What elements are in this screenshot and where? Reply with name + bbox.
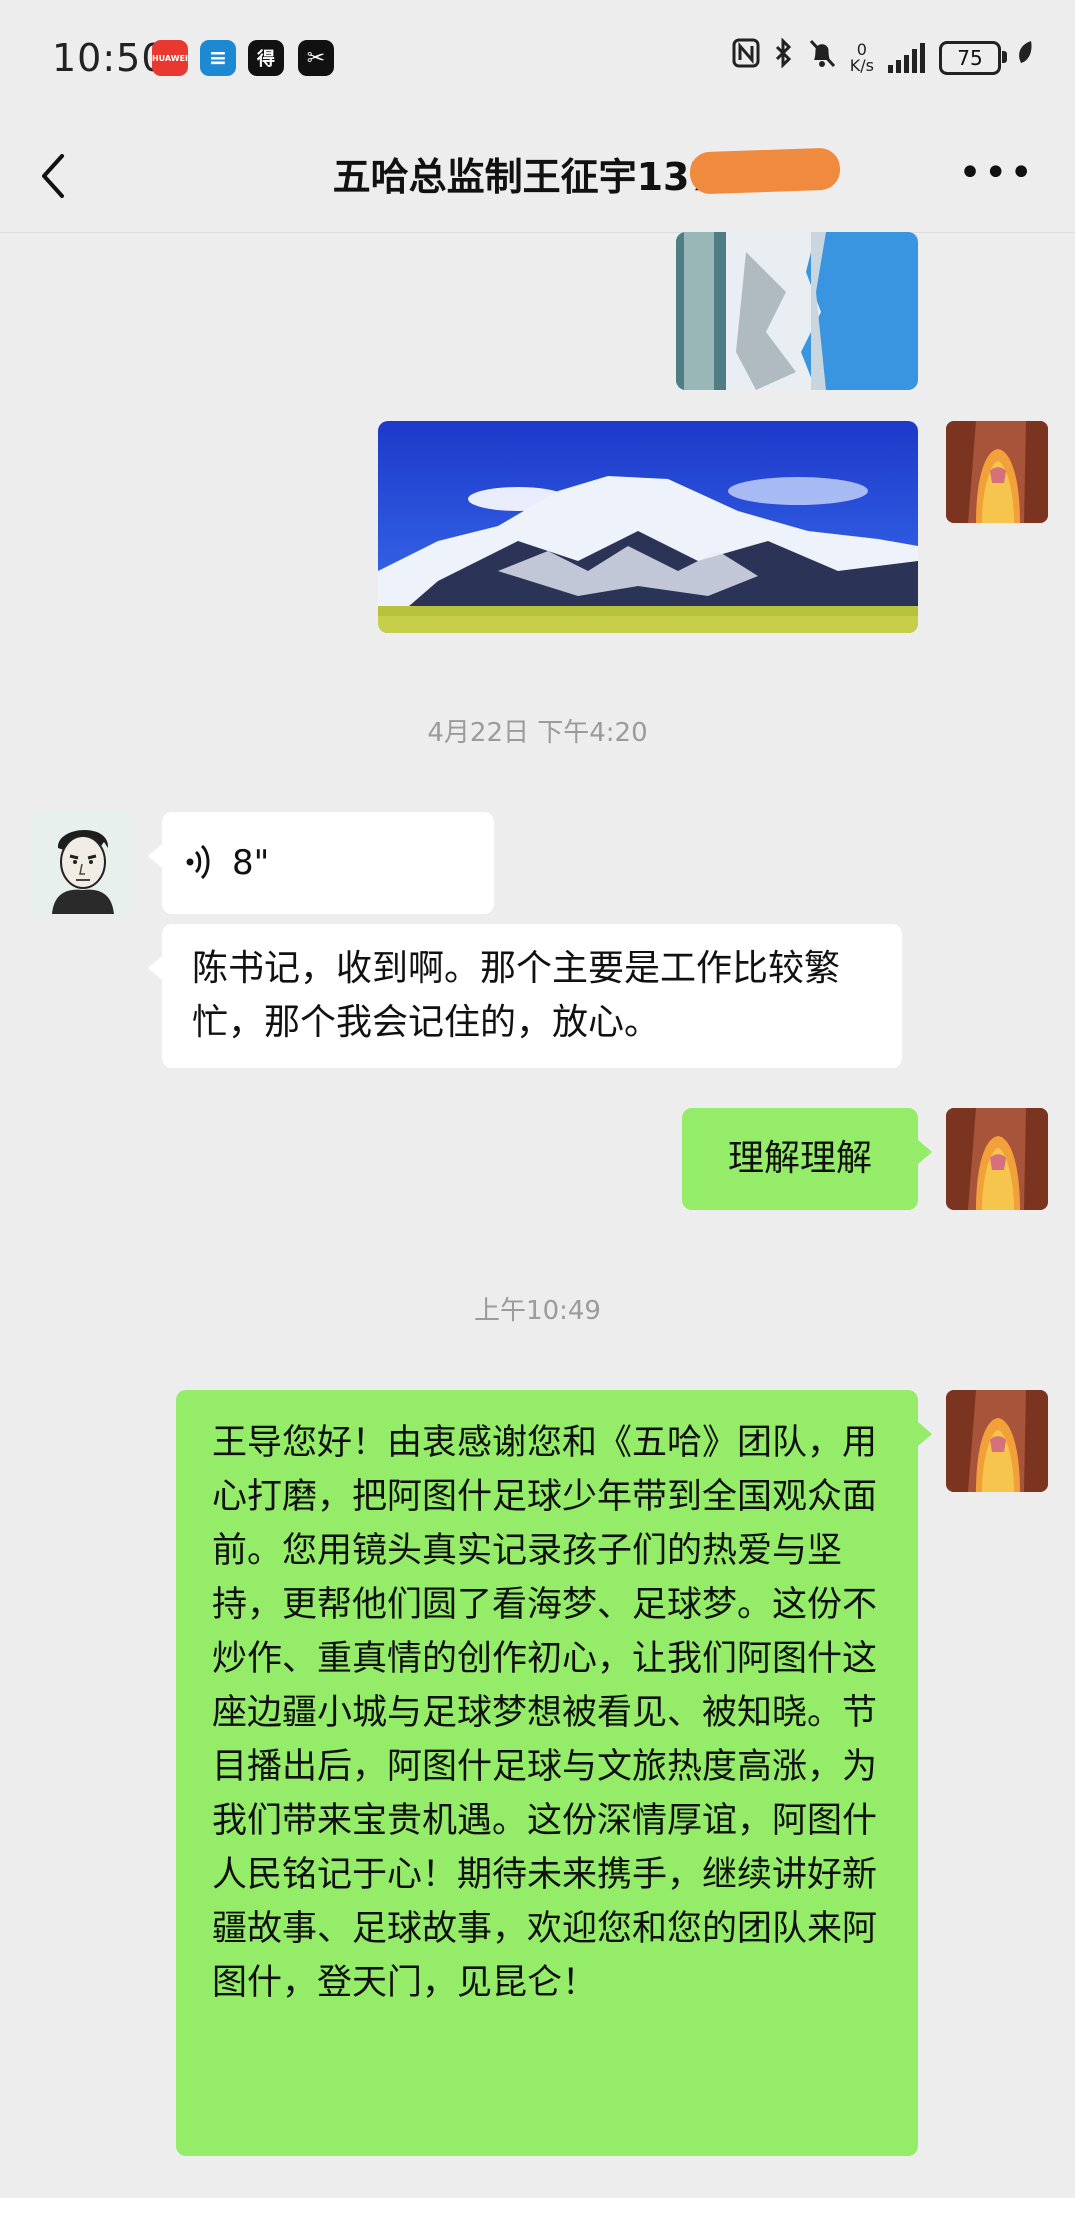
redaction-mark — [689, 147, 841, 195]
outgoing-message-bubble[interactable]: 理解理解 — [682, 1108, 932, 1210]
message-text: 陈书记，收到啊。那个主要是工作比较繁忙，那个我会记住的，放心。 — [192, 948, 841, 1043]
leaf-icon — [1015, 38, 1035, 78]
message-text: 理解理解 — [727, 1138, 872, 1179]
clock: 10:50 — [52, 36, 167, 80]
chat-header: 五哈总监制王征宇1375 ••• — [0, 120, 1075, 233]
list-app-icon: ≡ — [200, 40, 236, 76]
nfc-icon — [732, 38, 760, 79]
capcut-app-icon: ✂ — [298, 40, 334, 76]
rock-arch-avatar-image — [946, 1390, 1048, 1492]
rock-arch-avatar-image — [946, 1108, 1048, 1210]
timestamp: 4月22日 下午4:20 — [427, 718, 648, 748]
voice-message-bubble[interactable]: 8" — [148, 812, 494, 914]
my-avatar[interactable] — [946, 1390, 1048, 1492]
timestamp: 上午10:49 — [474, 1296, 601, 1326]
voice-duration: 8" — [232, 843, 270, 883]
battery-indicator: 75 — [939, 41, 1007, 75]
contact-avatar[interactable] — [32, 812, 134, 914]
sent-photo-snow-peak[interactable] — [676, 232, 918, 390]
signal-strength-icon — [888, 43, 925, 73]
my-avatar[interactable] — [946, 1108, 1048, 1210]
outgoing-message-bubble[interactable]: 王导您好！由衷感谢您和《五哈》团队，用心打磨，把阿图什足球少年带到全国观众面前。… — [176, 1390, 932, 2156]
news-app-icon: 得 — [248, 40, 284, 76]
message-text: 王导您好！由衷感谢您和《五哈》团队，用心打磨，把阿图什足球少年带到全国观众面前。… — [212, 1423, 878, 2003]
mute-bell-icon — [808, 38, 836, 79]
incoming-message-bubble[interactable]: 陈书记，收到啊。那个主要是工作比较繁忙，那个我会记住的，放心。 — [148, 924, 902, 1068]
rock-arch-avatar-image — [946, 421, 1048, 523]
bluetooth-icon — [774, 36, 794, 79]
sent-photo-mountain[interactable] — [378, 421, 918, 633]
bottom-input-area-edge — [0, 2198, 1075, 2220]
sketch-portrait-avatar-image — [32, 812, 134, 914]
photo-image — [676, 232, 918, 390]
more-options-button[interactable]: ••• — [958, 150, 1035, 196]
voice-waves-icon — [184, 842, 214, 898]
network-speed: 0 K/s — [849, 40, 874, 75]
huawei-app-icon: HUAWEI — [152, 40, 188, 76]
status-bar: 10:50 HUAWEI ≡ 得 ✂ 0 K/s 75 — [0, 0, 1075, 120]
chat-title: 五哈总监制王征宇1375 — [332, 155, 743, 199]
photo-image — [378, 421, 918, 633]
my-avatar[interactable] — [946, 421, 1048, 523]
